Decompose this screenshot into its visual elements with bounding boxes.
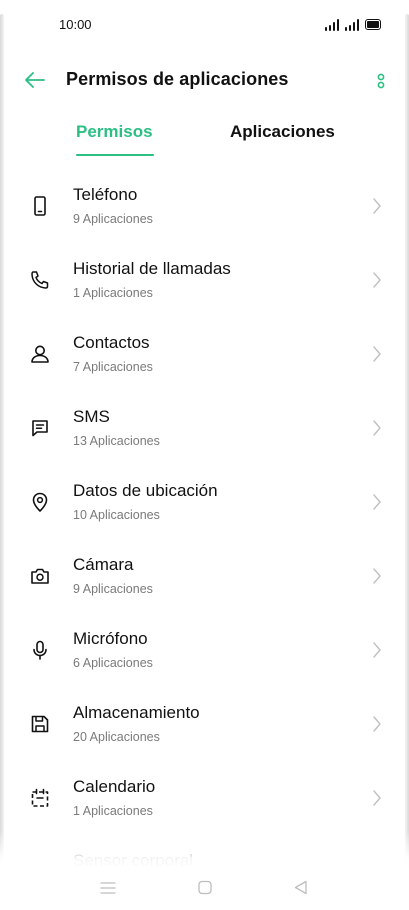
system-back-button[interactable]	[290, 878, 312, 898]
permission-app-count: 9 Aplicaciones	[73, 582, 153, 596]
back-button[interactable]	[22, 68, 48, 92]
tab-bar: Permisos Aplicaciones	[0, 112, 409, 162]
permission-title: SMS	[73, 407, 110, 426]
tab-aplicaciones[interactable]: Aplicaciones	[230, 122, 335, 142]
chevron-right-icon	[372, 345, 382, 363]
back-triangle-icon	[294, 880, 307, 895]
chevron-right-icon	[372, 789, 382, 807]
permission-app-count: 1 Aplicaciones	[73, 804, 153, 818]
camera-icon	[28, 564, 52, 588]
app-header: Permisos de aplicaciones	[0, 58, 409, 102]
system-nav-bar	[0, 870, 409, 910]
permission-item-historial-llamadas[interactable]: Historial de llamadas 1 Aplicaciones	[0, 244, 409, 318]
signal-icon	[345, 19, 359, 31]
microphone-icon	[28, 638, 52, 662]
permission-title: Cámara	[73, 555, 134, 574]
location-icon	[28, 490, 52, 514]
permission-item-calendario[interactable]: Calendario 1 Aplicaciones	[0, 762, 409, 836]
permission-item-contactos[interactable]: Contactos 7 Aplicaciones	[0, 318, 409, 392]
permission-item-telefono[interactable]: Teléfono 9 Aplicaciones	[0, 170, 409, 244]
permission-title: Micrófono	[73, 629, 148, 648]
permission-title: Historial de llamadas	[73, 259, 231, 278]
battery-icon	[365, 19, 381, 30]
active-tab-indicator	[76, 154, 154, 156]
more-options-button[interactable]	[376, 72, 386, 90]
home-icon	[198, 880, 212, 895]
chevron-right-icon	[372, 641, 382, 659]
phone-icon	[28, 194, 52, 218]
arrow-left-icon	[25, 72, 45, 88]
status-bar: 10:00	[0, 0, 409, 50]
permission-title: Teléfono	[73, 185, 138, 204]
call-log-icon	[28, 268, 52, 292]
chevron-right-icon	[372, 493, 382, 511]
permission-app-count: 20 Aplicaciones	[73, 730, 160, 744]
permission-title: Sensor corporal	[73, 851, 194, 870]
tab-permisos[interactable]: Permisos	[76, 122, 153, 142]
page-title: Permisos de aplicaciones	[66, 69, 289, 89]
calendar-icon	[28, 786, 52, 810]
permission-app-count: 1 Aplicaciones	[73, 286, 153, 300]
permission-app-count: 7 Aplicaciones	[73, 360, 153, 374]
more-vertical-icon	[377, 73, 385, 89]
permission-title: Contactos	[73, 333, 150, 352]
permission-app-count: 9 Aplicaciones	[73, 212, 153, 226]
status-time: 10:00	[59, 17, 92, 32]
permission-list: Teléfono 9 Aplicaciones Historial de lla…	[0, 170, 409, 870]
contacts-icon	[28, 342, 52, 366]
permission-app-count: 10 Aplicaciones	[73, 508, 160, 522]
sms-icon	[28, 416, 52, 440]
permission-item-sms[interactable]: SMS 13 Aplicaciones	[0, 392, 409, 466]
storage-icon	[28, 712, 52, 736]
chevron-right-icon	[372, 715, 382, 733]
permission-title: Almacenamiento	[73, 703, 200, 722]
permission-app-count: 13 Aplicaciones	[73, 434, 160, 448]
permission-title: Calendario	[73, 777, 156, 796]
permission-item-camara[interactable]: Cámara 9 Aplicaciones	[0, 540, 409, 614]
chevron-right-icon	[372, 197, 382, 215]
chevron-right-icon	[372, 419, 382, 437]
phone-screen: 10:00 Permisos de aplicaciones Permisos …	[0, 0, 409, 910]
home-button[interactable]	[194, 878, 216, 898]
recent-apps-button[interactable]	[97, 878, 119, 898]
menu-icon	[100, 882, 116, 894]
permission-app-count: 6 Aplicaciones	[73, 656, 153, 670]
status-icons	[325, 17, 381, 31]
chevron-right-icon	[372, 567, 382, 585]
permission-item-ubicacion[interactable]: Datos de ubicación 10 Aplicaciones	[0, 466, 409, 540]
signal-icon	[325, 19, 339, 31]
permission-item-almacenamiento[interactable]: Almacenamiento 20 Aplicaciones	[0, 688, 409, 762]
chevron-right-icon	[372, 271, 382, 289]
permission-title: Datos de ubicación	[73, 481, 218, 500]
permission-item-microfono[interactable]: Micrófono 6 Aplicaciones	[0, 614, 409, 688]
permission-item-sensor-corporal[interactable]: Sensor corporal	[0, 836, 409, 870]
